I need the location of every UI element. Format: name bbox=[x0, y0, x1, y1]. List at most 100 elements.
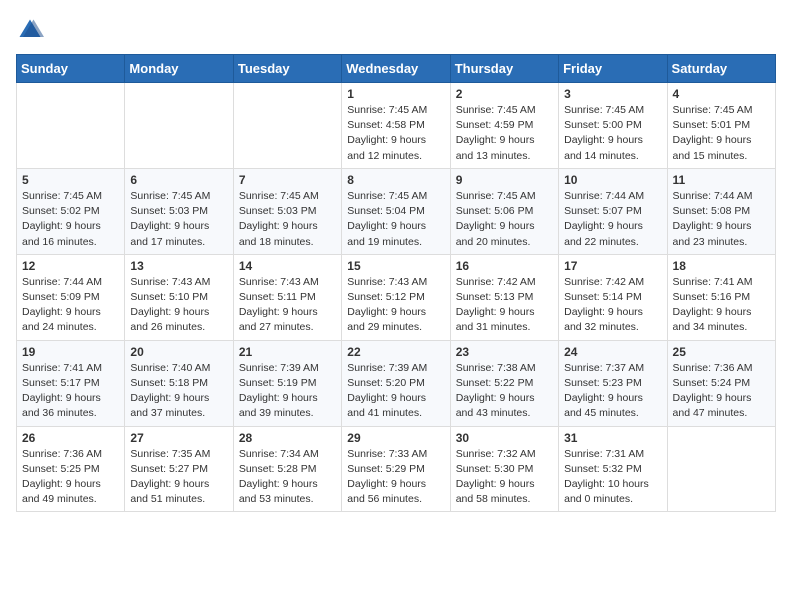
day-number: 24 bbox=[564, 345, 661, 359]
calendar-cell bbox=[125, 83, 233, 169]
calendar-cell: 13 Sunrise: 7:43 AM Sunset: 5:10 PM Dayli… bbox=[125, 254, 233, 340]
calendar-cell: 26 Sunrise: 7:36 AM Sunset: 5:25 PM Dayli… bbox=[17, 426, 125, 512]
day-number: 17 bbox=[564, 259, 661, 273]
calendar-cell bbox=[233, 83, 341, 169]
calendar-cell: 11 Sunrise: 7:44 AM Sunset: 5:08 PM Dayli… bbox=[667, 168, 775, 254]
calendar-cell bbox=[17, 83, 125, 169]
calendar-cell: 27 Sunrise: 7:35 AM Sunset: 5:27 PM Dayli… bbox=[125, 426, 233, 512]
weekday-header: Friday bbox=[559, 55, 667, 83]
day-number: 8 bbox=[347, 173, 444, 187]
day-number: 11 bbox=[673, 173, 770, 187]
day-number: 10 bbox=[564, 173, 661, 187]
day-info: Sunrise: 7:41 AM Sunset: 5:17 PM Dayligh… bbox=[22, 361, 119, 422]
day-info: Sunrise: 7:45 AM Sunset: 5:04 PM Dayligh… bbox=[347, 189, 444, 250]
day-info: Sunrise: 7:45 AM Sunset: 5:02 PM Dayligh… bbox=[22, 189, 119, 250]
day-info: Sunrise: 7:32 AM Sunset: 5:30 PM Dayligh… bbox=[456, 447, 553, 508]
calendar-cell: 4Sunrise: 7:45 AM Sunset: 5:01 PM Daylig… bbox=[667, 83, 775, 169]
calendar-cell: 17Sunrise: 7:42 AM Sunset: 5:14 PM Dayli… bbox=[559, 254, 667, 340]
day-number: 12 bbox=[22, 259, 119, 273]
page-header bbox=[16, 16, 776, 44]
calendar-cell: 28Sunrise: 7:34 AM Sunset: 5:28 PM Dayli… bbox=[233, 426, 341, 512]
day-info: Sunrise: 7:45 AM Sunset: 5:03 PM Dayligh… bbox=[130, 189, 227, 250]
day-number: 21 bbox=[239, 345, 336, 359]
calendar-cell: 15Sunrise: 7:43 AM Sunset: 5:12 PM Dayli… bbox=[342, 254, 450, 340]
day-info: Sunrise: 7:45 AM Sunset: 5:00 PM Dayligh… bbox=[564, 103, 661, 164]
day-number: 2 bbox=[456, 87, 553, 101]
calendar-cell: 2 Sunrise: 7:45 AM Sunset: 4:59 PM Daylig… bbox=[450, 83, 558, 169]
calendar-cell: 20 Sunrise: 7:40 AM Sunset: 5:18 PM Dayli… bbox=[125, 340, 233, 426]
day-number: 27 bbox=[130, 431, 227, 445]
calendar-cell: 12 Sunrise: 7:44 AM Sunset: 5:09 PM Dayli… bbox=[17, 254, 125, 340]
day-number: 26 bbox=[22, 431, 119, 445]
calendar-cell: 3 Sunrise: 7:45 AM Sunset: 5:00 PM Daylig… bbox=[559, 83, 667, 169]
day-info: Sunrise: 7:37 AM Sunset: 5:23 PM Dayligh… bbox=[564, 361, 661, 422]
day-info: Sunrise: 7:38 AM Sunset: 5:22 PM Dayligh… bbox=[456, 361, 553, 422]
calendar-cell: 5 Sunrise: 7:45 AM Sunset: 5:02 PM Daylig… bbox=[17, 168, 125, 254]
weekday-header: Saturday bbox=[667, 55, 775, 83]
calendar-table: SundayMondayTuesdayWednesdayThursdayFrid… bbox=[16, 54, 776, 512]
day-number: 9 bbox=[456, 173, 553, 187]
calendar-cell: 10 Sunrise: 7:44 AM Sunset: 5:07 PM Dayli… bbox=[559, 168, 667, 254]
logo bbox=[16, 16, 48, 44]
calendar-week-row: 19Sunrise: 7:41 AM Sunset: 5:17 PM Dayli… bbox=[17, 340, 776, 426]
day-info: Sunrise: 7:45 AM Sunset: 4:58 PM Dayligh… bbox=[347, 103, 444, 164]
day-info: Sunrise: 7:33 AM Sunset: 5:29 PM Dayligh… bbox=[347, 447, 444, 508]
day-number: 16 bbox=[456, 259, 553, 273]
day-info: Sunrise: 7:36 AM Sunset: 5:25 PM Dayligh… bbox=[22, 447, 119, 508]
calendar-cell: 8 Sunrise: 7:45 AM Sunset: 5:04 PM Daylig… bbox=[342, 168, 450, 254]
day-number: 13 bbox=[130, 259, 227, 273]
day-info: Sunrise: 7:45 AM Sunset: 4:59 PM Dayligh… bbox=[456, 103, 553, 164]
logo-icon bbox=[16, 16, 44, 44]
day-info: Sunrise: 7:43 AM Sunset: 5:11 PM Dayligh… bbox=[239, 275, 336, 336]
calendar-cell: 24 Sunrise: 7:37 AM Sunset: 5:23 PM Dayli… bbox=[559, 340, 667, 426]
calendar-cell: 30 Sunrise: 7:32 AM Sunset: 5:30 PM Dayli… bbox=[450, 426, 558, 512]
day-info: Sunrise: 7:45 AM Sunset: 5:03 PM Dayligh… bbox=[239, 189, 336, 250]
day-number: 23 bbox=[456, 345, 553, 359]
day-info: Sunrise: 7:41 AM Sunset: 5:16 PM Dayligh… bbox=[673, 275, 770, 336]
calendar-cell: 18 Sunrise: 7:41 AM Sunset: 5:16 PM Dayli… bbox=[667, 254, 775, 340]
calendar-cell: 9 Sunrise: 7:45 AM Sunset: 5:06 PM Daylig… bbox=[450, 168, 558, 254]
calendar-cell: 31 Sunrise: 7:31 AM Sunset: 5:32 PM Dayli… bbox=[559, 426, 667, 512]
calendar-cell: 6 Sunrise: 7:45 AM Sunset: 5:03 PM Daylig… bbox=[125, 168, 233, 254]
day-info: Sunrise: 7:45 AM Sunset: 5:06 PM Dayligh… bbox=[456, 189, 553, 250]
day-info: Sunrise: 7:43 AM Sunset: 5:10 PM Dayligh… bbox=[130, 275, 227, 336]
calendar-week-row: 26 Sunrise: 7:36 AM Sunset: 5:25 PM Dayli… bbox=[17, 426, 776, 512]
day-number: 7 bbox=[239, 173, 336, 187]
day-number: 18 bbox=[673, 259, 770, 273]
calendar-cell: 25Sunrise: 7:36 AM Sunset: 5:24 PM Dayli… bbox=[667, 340, 775, 426]
day-number: 31 bbox=[564, 431, 661, 445]
day-info: Sunrise: 7:43 AM Sunset: 5:12 PM Dayligh… bbox=[347, 275, 444, 336]
day-number: 5 bbox=[22, 173, 119, 187]
day-number: 4 bbox=[673, 87, 770, 101]
day-info: Sunrise: 7:35 AM Sunset: 5:27 PM Dayligh… bbox=[130, 447, 227, 508]
calendar-cell: 29 Sunrise: 7:33 AM Sunset: 5:29 PM Dayli… bbox=[342, 426, 450, 512]
weekday-header: Wednesday bbox=[342, 55, 450, 83]
day-number: 14 bbox=[239, 259, 336, 273]
day-number: 6 bbox=[130, 173, 227, 187]
day-number: 28 bbox=[239, 431, 336, 445]
calendar-cell: 21 Sunrise: 7:39 AM Sunset: 5:19 PM Dayli… bbox=[233, 340, 341, 426]
day-info: Sunrise: 7:44 AM Sunset: 5:08 PM Dayligh… bbox=[673, 189, 770, 250]
day-number: 30 bbox=[456, 431, 553, 445]
day-info: Sunrise: 7:40 AM Sunset: 5:18 PM Dayligh… bbox=[130, 361, 227, 422]
calendar-cell: 7 Sunrise: 7:45 AM Sunset: 5:03 PM Daylig… bbox=[233, 168, 341, 254]
day-info: Sunrise: 7:44 AM Sunset: 5:09 PM Dayligh… bbox=[22, 275, 119, 336]
calendar-cell bbox=[667, 426, 775, 512]
day-number: 20 bbox=[130, 345, 227, 359]
calendar-cell: 16 Sunrise: 7:42 AM Sunset: 5:13 PM Dayli… bbox=[450, 254, 558, 340]
calendar-week-row: 1Sunrise: 7:45 AM Sunset: 4:58 PM Daylig… bbox=[17, 83, 776, 169]
day-number: 29 bbox=[347, 431, 444, 445]
day-info: Sunrise: 7:39 AM Sunset: 5:20 PM Dayligh… bbox=[347, 361, 444, 422]
day-number: 3 bbox=[564, 87, 661, 101]
weekday-header: Monday bbox=[125, 55, 233, 83]
day-info: Sunrise: 7:44 AM Sunset: 5:07 PM Dayligh… bbox=[564, 189, 661, 250]
weekday-header: Sunday bbox=[17, 55, 125, 83]
day-info: Sunrise: 7:31 AM Sunset: 5:32 PM Dayligh… bbox=[564, 447, 661, 508]
weekday-header: Tuesday bbox=[233, 55, 341, 83]
calendar-week-row: 5 Sunrise: 7:45 AM Sunset: 5:02 PM Daylig… bbox=[17, 168, 776, 254]
calendar-cell: 19Sunrise: 7:41 AM Sunset: 5:17 PM Dayli… bbox=[17, 340, 125, 426]
calendar-week-row: 12 Sunrise: 7:44 AM Sunset: 5:09 PM Dayli… bbox=[17, 254, 776, 340]
day-info: Sunrise: 7:42 AM Sunset: 5:13 PM Dayligh… bbox=[456, 275, 553, 336]
day-info: Sunrise: 7:39 AM Sunset: 5:19 PM Dayligh… bbox=[239, 361, 336, 422]
day-number: 25 bbox=[673, 345, 770, 359]
